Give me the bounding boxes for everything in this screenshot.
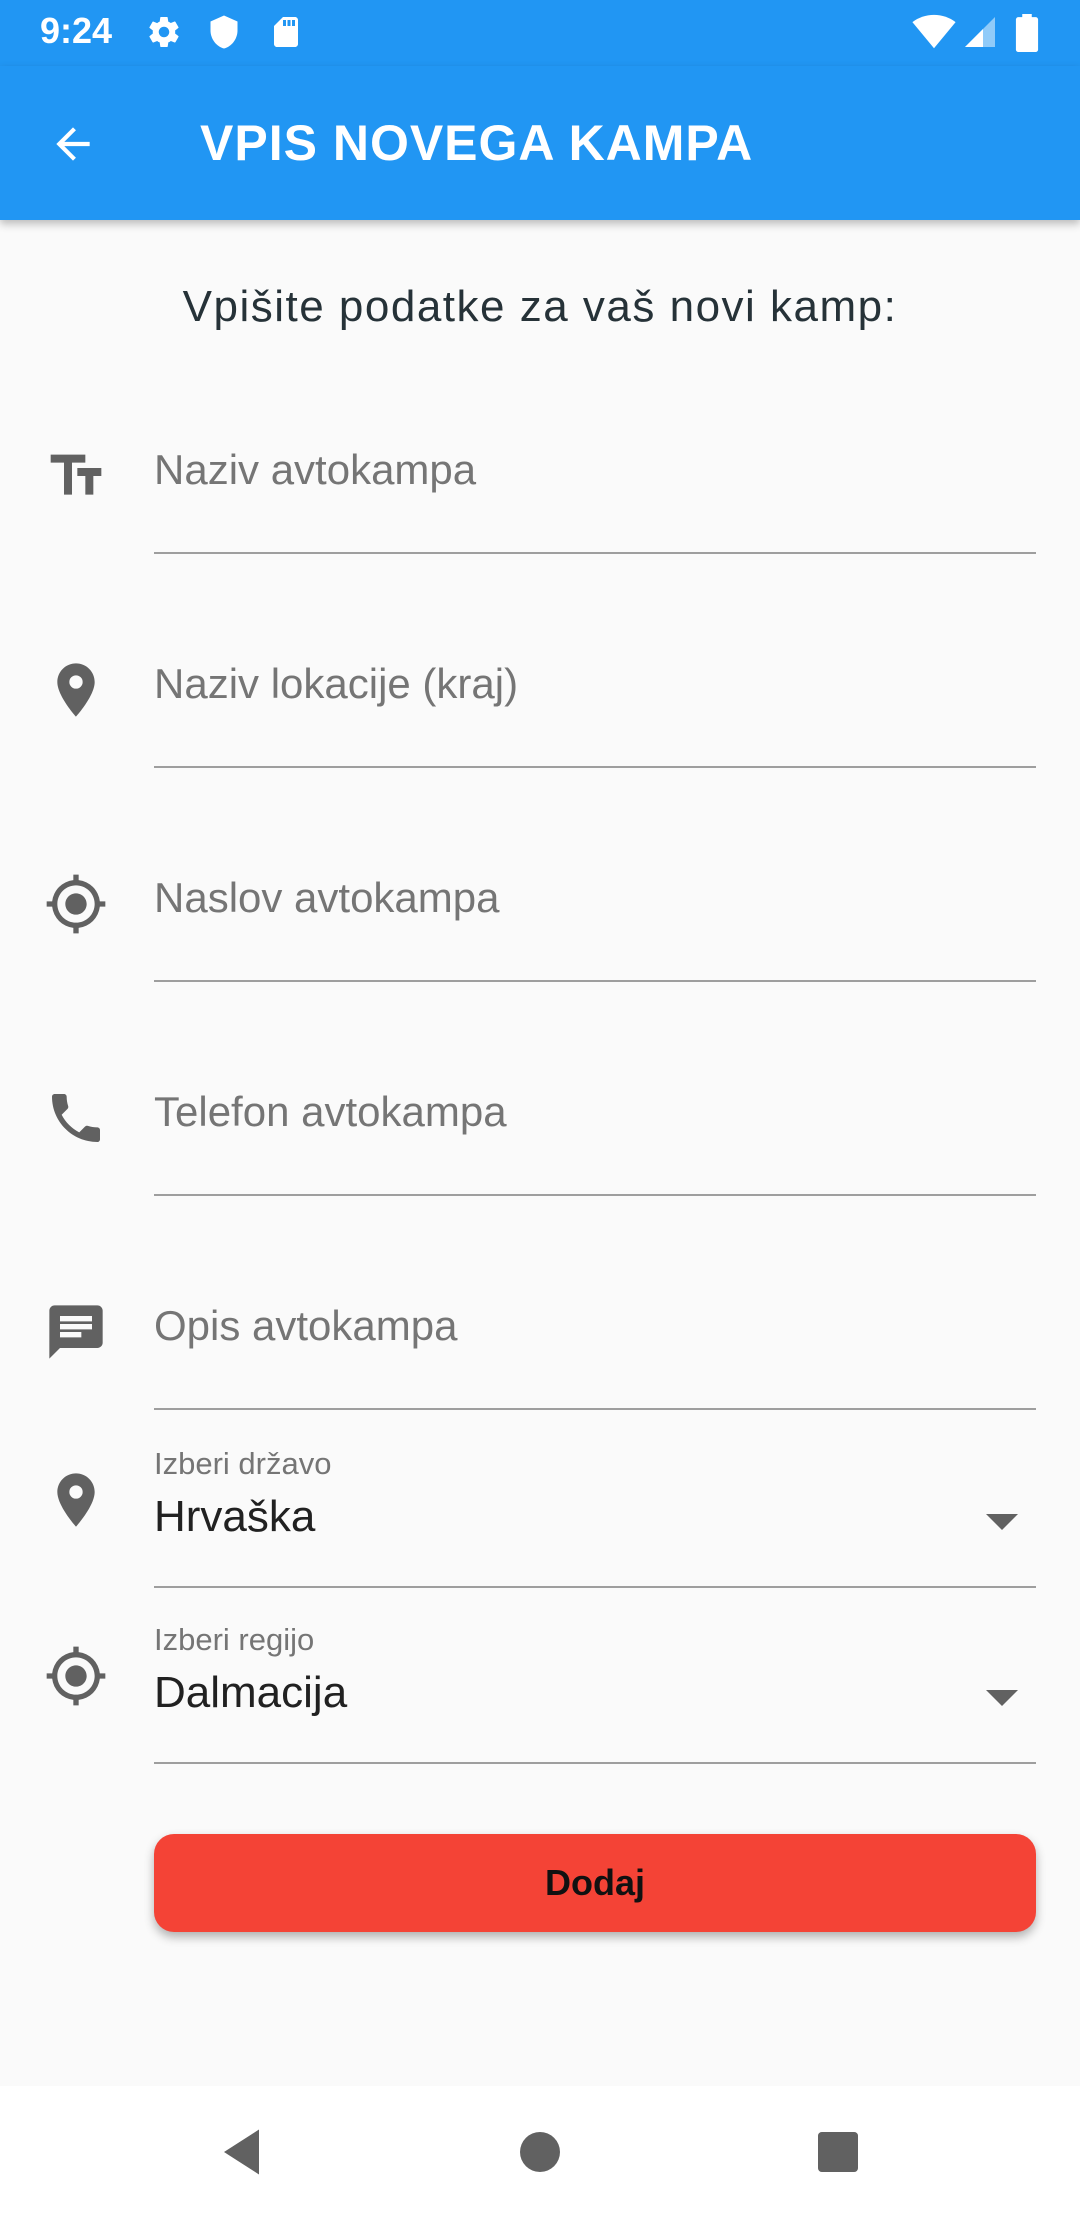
region-select[interactable]: Izberi regijo Dalmacija <box>0 1616 1080 1766</box>
field-underline <box>154 1194 1036 1196</box>
status-bar: 9:24 <box>0 0 1080 66</box>
region-select-value[interactable]: Dalmacija <box>154 1668 347 1718</box>
country-select-value[interactable]: Hrvaška <box>154 1492 315 1542</box>
location-name-input[interactable]: Naziv lokacije (kraj) <box>154 660 518 708</box>
field-underline <box>154 1408 1036 1410</box>
home-circle-icon[interactable] <box>510 2122 570 2182</box>
recents-square-icon[interactable] <box>808 2122 868 2182</box>
app-bar: VPIS NOVEGA KAMPA <box>0 66 1080 220</box>
add-button[interactable]: Dodaj <box>154 1834 1036 1932</box>
chevron-down-icon[interactable] <box>986 1690 1018 1706</box>
settings-icon <box>146 14 182 55</box>
system-nav-bar <box>0 2086 1080 2220</box>
camp-address-input[interactable]: Naslov avtokampa <box>154 874 500 922</box>
camp-name-field[interactable]: Naziv avtokampa <box>0 420 1080 560</box>
camp-address-field[interactable]: Naslov avtokampa <box>0 848 1080 988</box>
location-pin-icon <box>44 1468 108 1532</box>
message-icon <box>44 1300 108 1364</box>
country-select-label: Izberi državo <box>154 1446 332 1481</box>
wifi-icon <box>912 14 956 55</box>
camp-phone-field[interactable]: Telefon avtokampa <box>0 1062 1080 1202</box>
field-underline <box>154 552 1036 554</box>
camp-description-field[interactable]: Opis avtokampa <box>0 1276 1080 1416</box>
field-underline <box>154 1586 1036 1588</box>
text-fields-icon <box>44 444 108 508</box>
arrow-back-icon[interactable] <box>48 119 98 169</box>
phone-icon <box>44 1086 108 1150</box>
signal-icon <box>962 14 998 55</box>
chevron-down-icon[interactable] <box>986 1514 1018 1530</box>
camp-description-input[interactable]: Opis avtokampa <box>154 1302 457 1350</box>
camp-name-input[interactable]: Naziv avtokampa <box>154 446 476 494</box>
field-underline <box>154 980 1036 982</box>
shield-icon <box>206 14 242 55</box>
field-underline <box>154 1762 1036 1764</box>
gps-target-icon <box>44 872 108 936</box>
gps-target-icon <box>44 1644 108 1708</box>
field-underline <box>154 766 1036 768</box>
page-title: VPIS NOVEGA KAMPA <box>200 115 754 171</box>
form-intro-text: Vpišite podatke za vaš novi kamp: <box>182 282 898 331</box>
location-pin-icon <box>44 658 108 722</box>
back-triangle-icon[interactable] <box>214 2122 274 2182</box>
camp-phone-input[interactable]: Telefon avtokampa <box>154 1088 507 1136</box>
battery-icon <box>1012 14 1042 57</box>
status-time: 9:24 <box>40 10 113 51</box>
region-select-label: Izberi regijo <box>154 1622 315 1657</box>
location-name-field[interactable]: Naziv lokacije (kraj) <box>0 634 1080 774</box>
sd-card-icon <box>268 14 304 55</box>
country-select[interactable]: Izberi državo Hrvaška <box>0 1440 1080 1590</box>
